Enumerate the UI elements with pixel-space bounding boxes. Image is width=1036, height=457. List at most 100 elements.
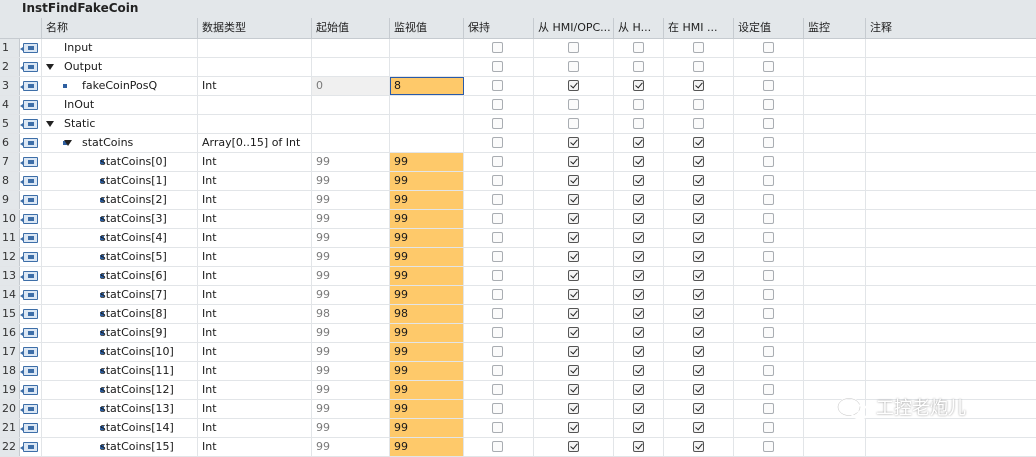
header-name[interactable]: 名称 <box>42 18 198 38</box>
retain-checkbox[interactable] <box>492 365 503 376</box>
hmi-h-checkbox[interactable] <box>633 99 644 110</box>
comment-cell[interactable] <box>866 58 1036 76</box>
retain-checkbox[interactable] <box>492 194 503 205</box>
comment-cell[interactable] <box>866 324 1036 342</box>
supervision-cell[interactable] <box>804 58 866 76</box>
comment-cell[interactable] <box>866 77 1036 95</box>
header-type[interactable]: 数据类型 <box>198 18 312 38</box>
retain-checkbox[interactable] <box>492 80 503 91</box>
data-type-cell[interactable]: Int <box>198 153 312 171</box>
hmi-in-checkbox[interactable] <box>693 327 704 338</box>
setpoint-checkbox[interactable] <box>763 175 774 186</box>
setpoint-checkbox[interactable] <box>763 403 774 414</box>
header-retain[interactable]: 保持 <box>464 18 534 38</box>
setpoint-checkbox[interactable] <box>763 251 774 262</box>
data-type-cell[interactable]: Int <box>198 362 312 380</box>
setpoint-checkbox[interactable] <box>763 384 774 395</box>
data-type-cell[interactable]: Int <box>198 248 312 266</box>
expand-triangle-icon[interactable] <box>64 140 72 146</box>
retain-checkbox[interactable] <box>492 99 503 110</box>
name-cell[interactable]: Input <box>42 39 198 57</box>
name-cell[interactable]: statCoins[13] <box>42 400 198 418</box>
hmi-h-checkbox[interactable] <box>633 270 644 281</box>
table-row[interactable]: 9 statCoins[2] Int 99 99 <box>0 191 1036 210</box>
comment-cell[interactable] <box>866 286 1036 304</box>
setpoint-checkbox[interactable] <box>763 346 774 357</box>
hmi-opc-checkbox[interactable] <box>568 175 579 186</box>
header-hmi-in[interactable]: 在 HMI ... <box>664 18 734 38</box>
retain-checkbox[interactable] <box>492 213 503 224</box>
start-value-cell[interactable]: 99 <box>312 191 390 209</box>
name-cell[interactable]: statCoins[15] <box>42 438 198 456</box>
hmi-in-checkbox[interactable] <box>693 194 704 205</box>
monitor-value-cell[interactable] <box>390 115 464 133</box>
data-type-cell[interactable] <box>198 39 312 57</box>
hmi-in-checkbox[interactable] <box>693 289 704 300</box>
start-value-cell[interactable]: 99 <box>312 381 390 399</box>
hmi-in-checkbox[interactable] <box>693 156 704 167</box>
hmi-opc-checkbox[interactable] <box>568 232 579 243</box>
monitor-value-cell[interactable] <box>390 39 464 57</box>
table-row[interactable]: 5 Static <box>0 115 1036 134</box>
name-cell[interactable]: statCoins <box>42 134 198 152</box>
table-row[interactable]: 22 statCoins[15] Int 99 99 <box>0 438 1036 457</box>
hmi-opc-checkbox[interactable] <box>568 327 579 338</box>
data-type-cell[interactable]: Int <box>198 191 312 209</box>
start-value-cell[interactable]: 99 <box>312 438 390 456</box>
name-cell[interactable]: statCoins[9] <box>42 324 198 342</box>
retain-checkbox[interactable] <box>492 61 503 72</box>
data-type-cell[interactable]: Int <box>198 419 312 437</box>
setpoint-checkbox[interactable] <box>763 289 774 300</box>
table-row[interactable]: 16 statCoins[9] Int 99 99 <box>0 324 1036 343</box>
monitor-value-cell[interactable]: 99 <box>390 267 464 285</box>
name-cell[interactable]: InOut <box>42 96 198 114</box>
setpoint-checkbox[interactable] <box>763 42 774 53</box>
table-row[interactable]: 11 statCoins[4] Int 99 99 <box>0 229 1036 248</box>
table-row[interactable]: 14 statCoins[7] Int 99 99 <box>0 286 1036 305</box>
comment-cell[interactable] <box>866 115 1036 133</box>
comment-cell[interactable] <box>866 362 1036 380</box>
table-row[interactable]: 2 Output <box>0 58 1036 77</box>
name-cell[interactable]: fakeCoinPosQ <box>42 77 198 95</box>
header-setpoint[interactable]: 设定值 <box>734 18 804 38</box>
start-value-cell[interactable]: 99 <box>312 400 390 418</box>
header-hmi-opc[interactable]: 从 HMI/OPC... <box>534 18 614 38</box>
retain-checkbox[interactable] <box>492 137 503 148</box>
setpoint-checkbox[interactable] <box>763 99 774 110</box>
data-type-cell[interactable]: Int <box>198 267 312 285</box>
supervision-cell[interactable] <box>804 77 866 95</box>
monitor-value-cell[interactable]: 99 <box>390 381 464 399</box>
start-value-cell[interactable]: 0 <box>312 77 390 95</box>
supervision-cell[interactable] <box>804 343 866 361</box>
hmi-opc-checkbox[interactable] <box>568 270 579 281</box>
hmi-opc-checkbox[interactable] <box>568 251 579 262</box>
setpoint-checkbox[interactable] <box>763 441 774 452</box>
hmi-in-checkbox[interactable] <box>693 175 704 186</box>
header-hmi-h[interactable]: 从 H... <box>614 18 664 38</box>
supervision-cell[interactable] <box>804 191 866 209</box>
hmi-h-checkbox[interactable] <box>633 308 644 319</box>
comment-cell[interactable] <box>866 153 1036 171</box>
retain-checkbox[interactable] <box>492 156 503 167</box>
retain-checkbox[interactable] <box>492 384 503 395</box>
hmi-h-checkbox[interactable] <box>633 365 644 376</box>
table-row[interactable]: 6 statCoins Array[0..15] of Int <box>0 134 1036 153</box>
data-type-cell[interactable]: Int <box>198 438 312 456</box>
hmi-in-checkbox[interactable] <box>693 441 704 452</box>
setpoint-checkbox[interactable] <box>763 365 774 376</box>
data-type-cell[interactable] <box>198 58 312 76</box>
table-row[interactable]: 18 statCoins[11] Int 99 99 <box>0 362 1036 381</box>
supervision-cell[interactable] <box>804 134 866 152</box>
monitor-value-cell[interactable]: 99 <box>390 191 464 209</box>
monitor-value-cell[interactable] <box>390 134 464 152</box>
setpoint-checkbox[interactable] <box>763 80 774 91</box>
data-type-cell[interactable]: Array[0..15] of Int <box>198 134 312 152</box>
hmi-in-checkbox[interactable] <box>693 99 704 110</box>
supervision-cell[interactable] <box>804 229 866 247</box>
hmi-opc-checkbox[interactable] <box>568 61 579 72</box>
table-row[interactable]: 4 InOut <box>0 96 1036 115</box>
hmi-opc-checkbox[interactable] <box>568 346 579 357</box>
comment-cell[interactable] <box>866 210 1036 228</box>
hmi-h-checkbox[interactable] <box>633 251 644 262</box>
hmi-h-checkbox[interactable] <box>633 118 644 129</box>
